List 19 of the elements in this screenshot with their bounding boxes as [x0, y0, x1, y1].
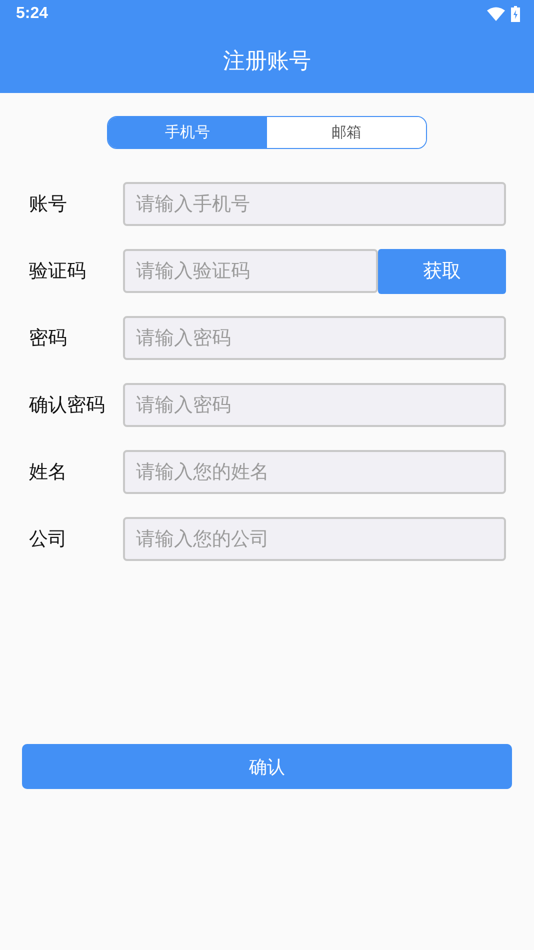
battery-icon	[511, 6, 520, 22]
field-label: 姓名	[29, 460, 68, 485]
field-label: 账号	[29, 192, 68, 217]
input-field[interactable]: 请输入密码	[123, 316, 506, 360]
input-field[interactable]: 请输入您的公司	[123, 517, 506, 561]
tab[interactable]: 手机号	[108, 117, 267, 148]
input-field[interactable]: 请输入您的姓名	[123, 450, 506, 494]
field-label: 验证码	[29, 259, 87, 284]
field-label: 公司	[29, 527, 68, 552]
input-field[interactable]: 请输入验证码	[123, 249, 378, 293]
field-label: 密码	[29, 326, 68, 351]
field-label: 确认密码	[29, 393, 106, 418]
get-code-button[interactable]: 获取	[378, 248, 506, 294]
input-field[interactable]: 请输入密码	[123, 383, 506, 427]
confirm-button[interactable]: 确认	[22, 744, 512, 789]
input-field[interactable]: 请输入手机号	[123, 182, 506, 226]
wifi-icon	[487, 7, 505, 21]
status-time: 5:24	[16, 5, 48, 23]
page-title: 注册账号	[223, 48, 311, 76]
